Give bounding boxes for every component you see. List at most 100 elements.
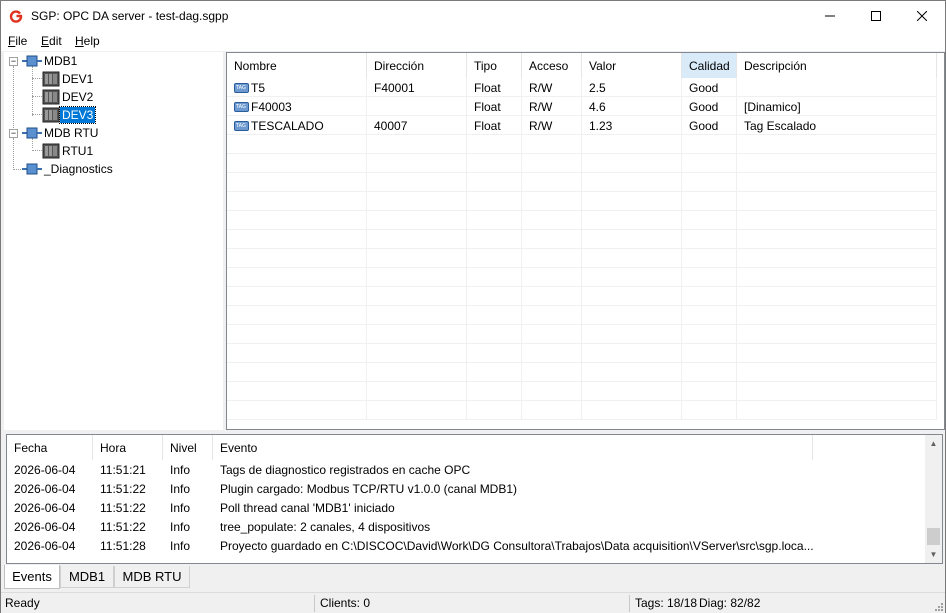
empty-grid-cell <box>467 192 522 211</box>
tag-icon <box>234 82 249 93</box>
tree-node-label: _Diagnostics <box>44 162 113 176</box>
tree-node-mdb1[interactable]: MDB1 <box>22 52 79 70</box>
list-item[interactable]: 2026-06-04 11:51:21 Info Tags de diagnos… <box>7 460 922 479</box>
collapse-mdbrtu-toggle[interactable]: − <box>9 129 18 138</box>
event-time: 11:51:22 <box>100 481 146 496</box>
tree-node-mdb-rtu[interactable]: MDB RTU <box>22 124 100 142</box>
empty-grid-cell <box>582 363 682 382</box>
column-header-calidad[interactable]: Calidad <box>682 53 737 78</box>
empty-grid-cell <box>367 211 467 230</box>
empty-grid-cell <box>367 268 467 287</box>
scroll-up-arrow-icon[interactable]: ▲ <box>925 435 942 452</box>
empty-grid-cell <box>522 401 582 420</box>
event-time: 11:51:22 <box>100 500 146 515</box>
empty-grid-cell <box>522 154 582 173</box>
cell-text: TESCALADO <box>251 118 324 133</box>
empty-grid-cell <box>682 401 737 420</box>
empty-grid-cell <box>227 173 367 192</box>
menu-edit[interactable]: Edit <box>41 34 62 48</box>
column-header-nombre[interactable]: Nombre <box>227 53 367 78</box>
status-separator <box>629 595 630 612</box>
event-message: Poll thread canal 'MDB1' iniciado <box>220 500 395 515</box>
close-button[interactable] <box>899 1 945 31</box>
menu-file[interactable]: File <box>8 34 27 48</box>
tags-grid[interactable]: Nombre Dirección Tipo Acceso Valor Calid… <box>226 52 945 430</box>
empty-grid-cell <box>467 154 522 173</box>
empty-grid-cell <box>682 249 737 268</box>
empty-grid-cell <box>522 230 582 249</box>
empty-grid-cell <box>737 154 937 173</box>
maximize-button[interactable] <box>853 1 899 31</box>
menu-file-label: ile <box>15 34 28 48</box>
column-header-evento[interactable]: Evento <box>213 435 813 460</box>
tab-mdb1[interactable]: MDB1 <box>60 566 114 588</box>
empty-grid-row <box>227 230 937 249</box>
empty-grid-row <box>227 287 937 306</box>
column-header-descripcion[interactable]: Descripción <box>737 53 937 78</box>
column-header-direccion[interactable]: Dirección <box>367 53 467 78</box>
empty-grid-cell <box>737 363 937 382</box>
events-list[interactable]: Fecha Hora Nivel Evento 2026-06-04 11:51… <box>6 434 943 564</box>
empty-grid-cell <box>367 325 467 344</box>
empty-grid-row <box>227 382 937 401</box>
column-header-fecha[interactable]: Fecha <box>7 435 93 460</box>
empty-grid-cell <box>737 306 937 325</box>
tree-node-dev2[interactable]: DEV2 <box>42 88 95 106</box>
empty-grid-row <box>227 363 937 382</box>
tree-line <box>32 150 42 151</box>
event-level: Info <box>170 538 191 553</box>
empty-grid-row <box>227 401 937 420</box>
empty-grid-cell <box>467 230 522 249</box>
cell-calidad: Good <box>682 97 737 116</box>
list-item[interactable]: 2026-06-04 11:51:28 Info Proyecto guarda… <box>7 536 922 555</box>
event-time: 11:51:22 <box>100 519 146 534</box>
tree-node-dev1[interactable]: DEV1 <box>42 70 95 88</box>
column-header-tipo[interactable]: Tipo <box>467 53 522 78</box>
collapse-mdb1-toggle[interactable]: − <box>9 57 18 66</box>
tab-events[interactable]: Events <box>4 565 60 589</box>
tree-node-dev3[interactable]: DEV3 <box>42 106 97 124</box>
tree-line <box>32 66 33 116</box>
table-row[interactable]: TESCALADO 40007 Float R/W 1.23 Good Tag … <box>227 116 937 135</box>
list-item[interactable]: 2026-06-04 11:51:22 Info Poll thread can… <box>7 498 922 517</box>
cell-calidad: Good <box>682 116 737 135</box>
tab-mdb-rtu[interactable]: MDB RTU <box>114 566 190 588</box>
list-item[interactable]: 2026-06-04 11:51:22 Info tree_populate: … <box>7 517 922 536</box>
resize-grip-icon[interactable] <box>933 601 943 611</box>
scrollbar-thumb[interactable] <box>927 528 940 545</box>
empty-grid-cell <box>227 287 367 306</box>
tree-node-label: MDB1 <box>44 54 78 68</box>
scroll-down-arrow-icon[interactable]: ▼ <box>925 546 942 563</box>
list-item[interactable]: 2026-06-04 11:51:22 Info Plugin cargado:… <box>7 479 922 498</box>
channel-icon <box>22 55 42 67</box>
empty-grid-cell <box>682 173 737 192</box>
column-header-hora[interactable]: Hora <box>93 435 163 460</box>
channel-tree[interactable]: − MDB1 DEV1 DEV2 DEV3 − MDB RTU RTU1 _Di… <box>4 52 223 430</box>
empty-grid-cell <box>582 382 682 401</box>
column-header-nivel[interactable]: Nivel <box>163 435 213 460</box>
events-scrollbar[interactable]: ▲ ▼ <box>925 435 942 563</box>
table-row[interactable]: T5 F40001 Float R/W 2.5 Good <box>227 78 937 97</box>
tree-node-rtu1[interactable]: RTU1 <box>42 142 95 160</box>
minimize-button[interactable] <box>807 1 853 31</box>
empty-grid-cell <box>467 401 522 420</box>
tree-line <box>32 96 42 97</box>
table-row[interactable]: F40003 Float R/W 4.6 Good [Dinamico] <box>227 97 937 116</box>
cell-direccion: 40007 <box>367 116 467 135</box>
empty-grid-cell <box>467 268 522 287</box>
tree-node-label: RTU1 <box>62 144 94 158</box>
empty-grid-cell <box>682 382 737 401</box>
column-header-acceso[interactable]: Acceso <box>522 53 582 78</box>
status-tags: Tags: 18/18 <box>635 596 698 610</box>
tree-node-diagnostics[interactable]: _Diagnostics <box>22 160 115 178</box>
event-level: Info <box>170 519 191 534</box>
empty-grid-cell <box>522 249 582 268</box>
title-bar[interactable]: SGP: OPC DA server - test-dag.sgpp <box>1 1 945 31</box>
empty-grid-cell <box>522 344 582 363</box>
empty-grid-row <box>227 249 937 268</box>
event-date: 2026-06-04 <box>14 462 76 477</box>
cell-tipo: Float <box>467 116 522 135</box>
column-header-valor[interactable]: Valor <box>582 53 682 78</box>
menu-help[interactable]: Help <box>75 34 100 48</box>
empty-grid-row <box>227 192 937 211</box>
